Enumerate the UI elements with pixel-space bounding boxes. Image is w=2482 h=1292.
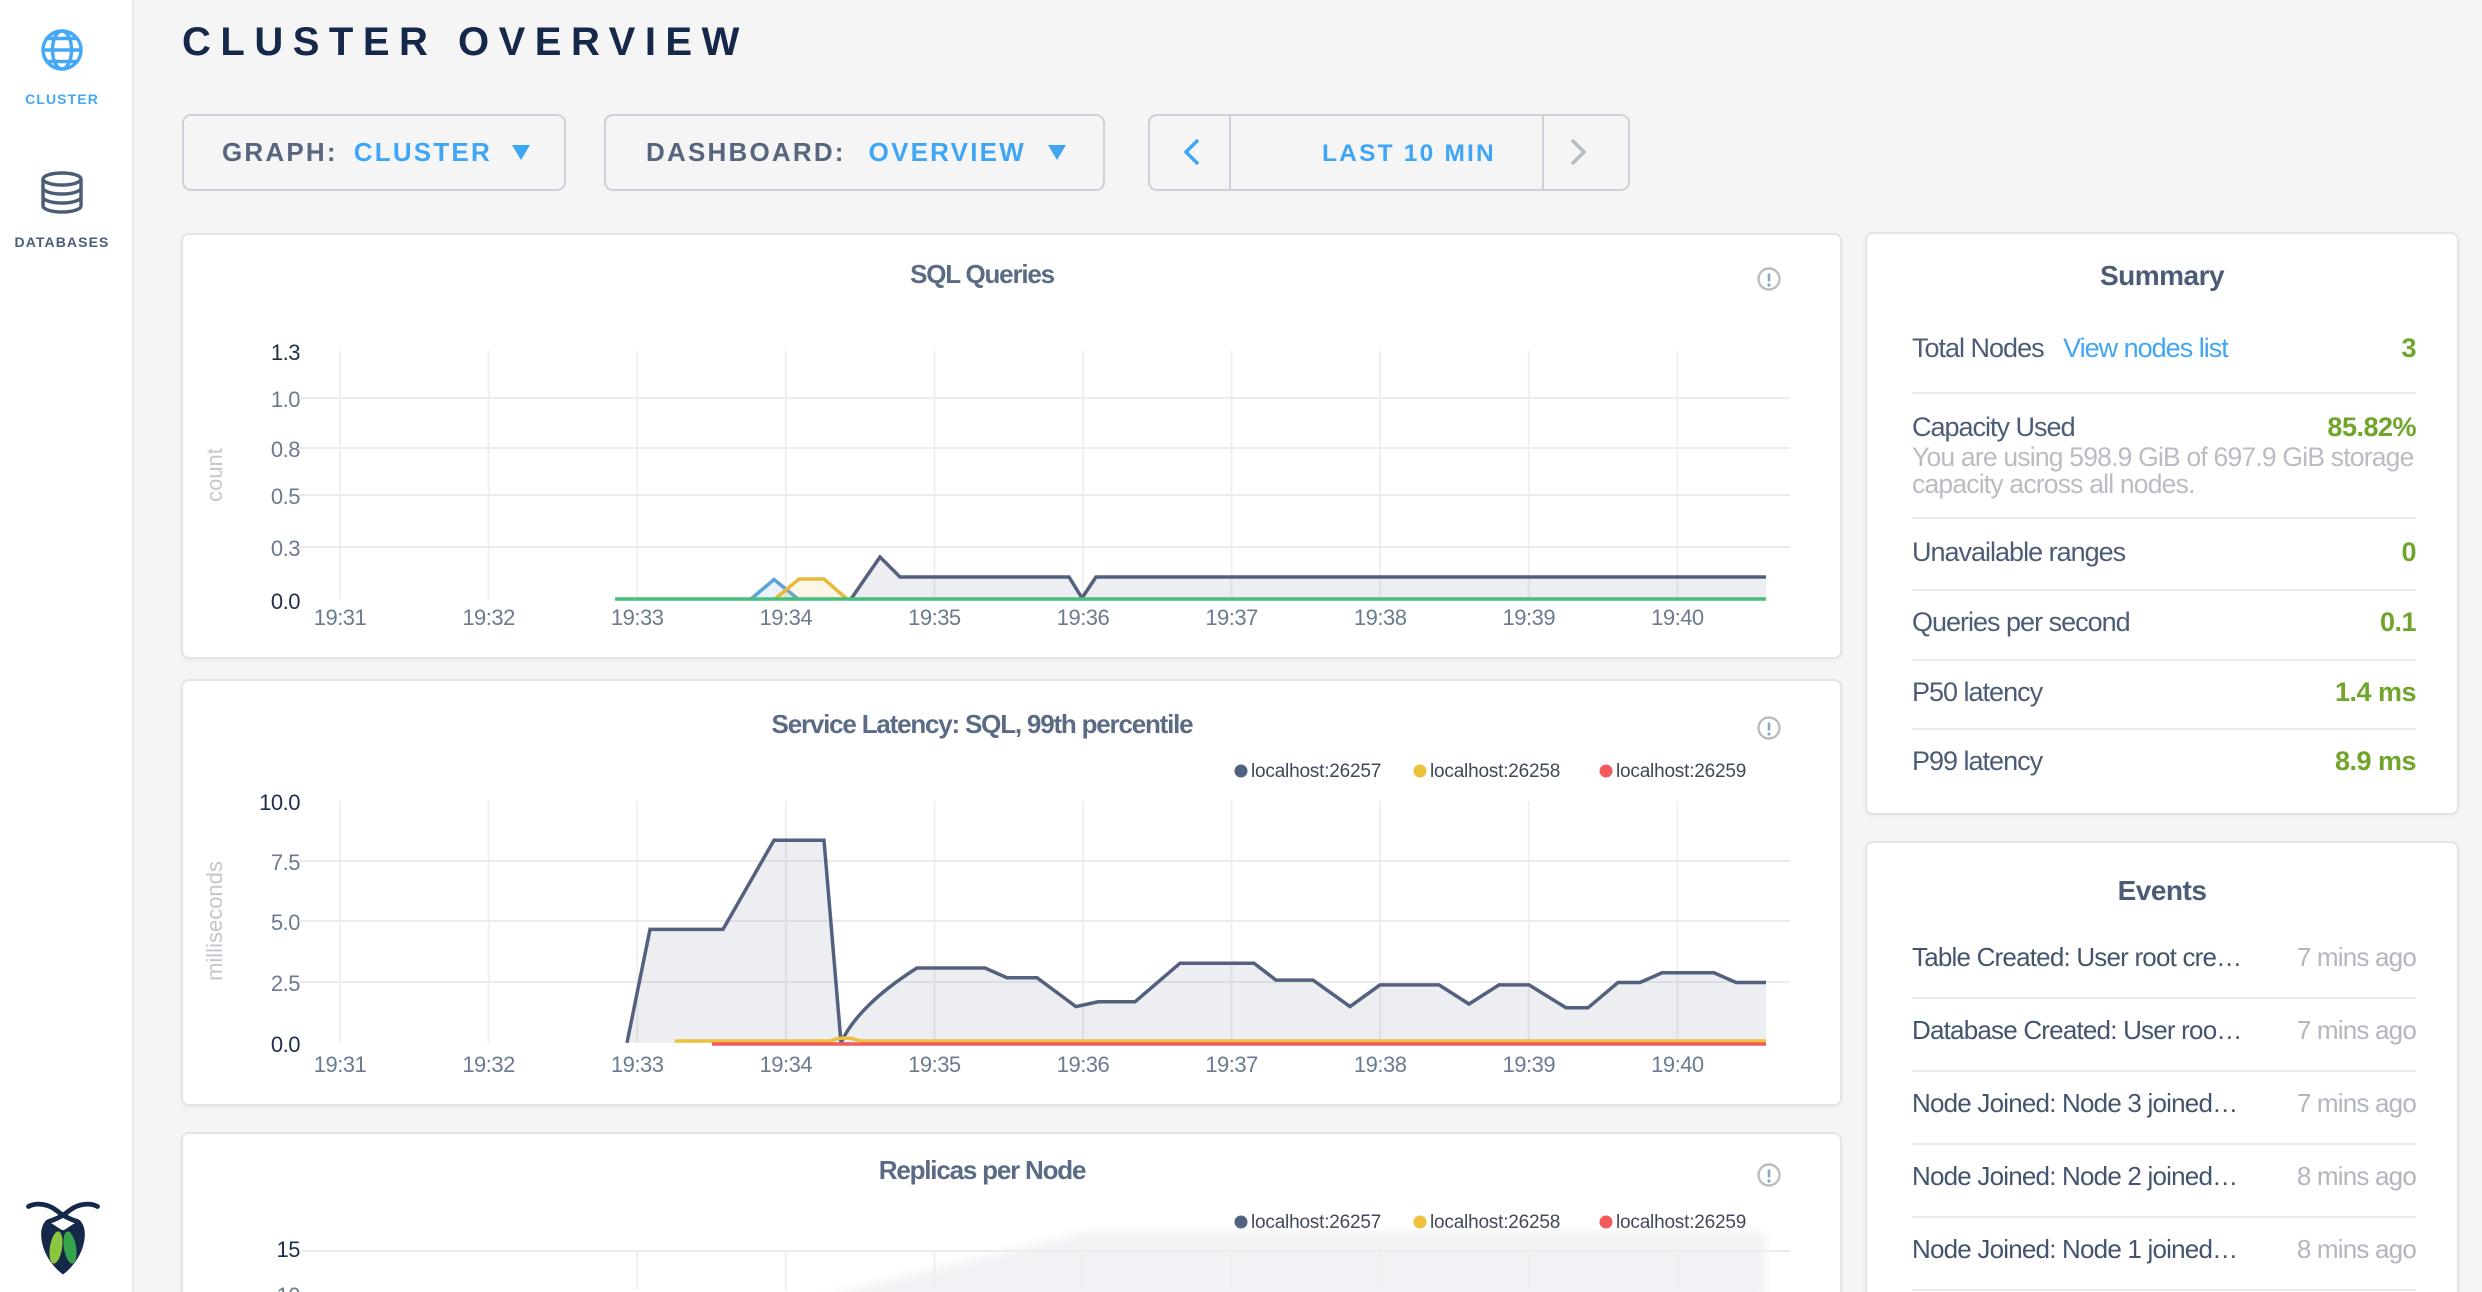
- svg-text:19:34: 19:34: [760, 1052, 813, 1077]
- svg-text:19:39: 19:39: [1503, 605, 1556, 630]
- svg-text:19:36: 19:36: [1057, 1052, 1110, 1077]
- svg-text:19:39: 19:39: [1503, 1052, 1556, 1077]
- svg-text:0.0: 0.0: [271, 589, 300, 614]
- svg-text:19:34: 19:34: [760, 605, 813, 630]
- svg-text:19:31: 19:31: [314, 1052, 367, 1077]
- svg-text:Service Latency: SQL, 99th per: Service Latency: SQL, 99th percentile: [772, 709, 1194, 739]
- svg-text:19:40: 19:40: [1651, 1052, 1704, 1077]
- svg-text:19:31: 19:31: [314, 605, 367, 630]
- svg-text:1.3: 1.3: [271, 340, 300, 365]
- svg-text:1.0: 1.0: [271, 387, 300, 412]
- svg-text:19:33: 19:33: [611, 605, 664, 630]
- svg-text:localhost:26257: localhost:26257: [1251, 1212, 1381, 1233]
- svg-text:19:37: 19:37: [1205, 605, 1258, 630]
- svg-text:localhost:26259: localhost:26259: [1616, 1212, 1746, 1233]
- svg-text:milliseconds: milliseconds: [202, 861, 227, 981]
- svg-text:count: count: [202, 448, 227, 502]
- svg-text:0.8: 0.8: [271, 437, 300, 462]
- svg-text:7.5: 7.5: [271, 850, 300, 875]
- svg-text:localhost:26257: localhost:26257: [1251, 761, 1381, 782]
- svg-text:19:38: 19:38: [1354, 1052, 1407, 1077]
- svg-text:localhost:26258: localhost:26258: [1430, 761, 1560, 782]
- svg-text:19:35: 19:35: [908, 605, 961, 630]
- svg-text:19:32: 19:32: [462, 605, 515, 630]
- svg-text:SQL Queries: SQL Queries: [910, 259, 1055, 289]
- svg-text:19:38: 19:38: [1354, 605, 1407, 630]
- svg-text:19:37: 19:37: [1205, 1052, 1258, 1077]
- svg-text:10.0: 10.0: [259, 790, 300, 815]
- svg-text:0.3: 0.3: [271, 536, 300, 561]
- svg-text:19:40: 19:40: [1651, 605, 1704, 630]
- svg-text:19:36: 19:36: [1057, 605, 1110, 630]
- svg-text:19:32: 19:32: [462, 1052, 515, 1077]
- svg-text:19:35: 19:35: [908, 1052, 961, 1077]
- svg-text:0.5: 0.5: [271, 484, 300, 509]
- svg-text:10: 10: [277, 1283, 301, 1292]
- svg-text:0.0: 0.0: [271, 1032, 300, 1057]
- svg-text:5.0: 5.0: [271, 910, 300, 935]
- svg-text:localhost:26259: localhost:26259: [1616, 761, 1746, 782]
- svg-text:2.5: 2.5: [271, 971, 300, 996]
- svg-text:19:33: 19:33: [611, 1052, 664, 1077]
- svg-text:15: 15: [277, 1237, 301, 1262]
- svg-text:Replicas per Node: Replicas per Node: [879, 1155, 1086, 1185]
- svg-text:localhost:26258: localhost:26258: [1430, 1212, 1560, 1233]
- svg-text:LAST 10 MIN: LAST 10 MIN: [1322, 140, 1496, 167]
